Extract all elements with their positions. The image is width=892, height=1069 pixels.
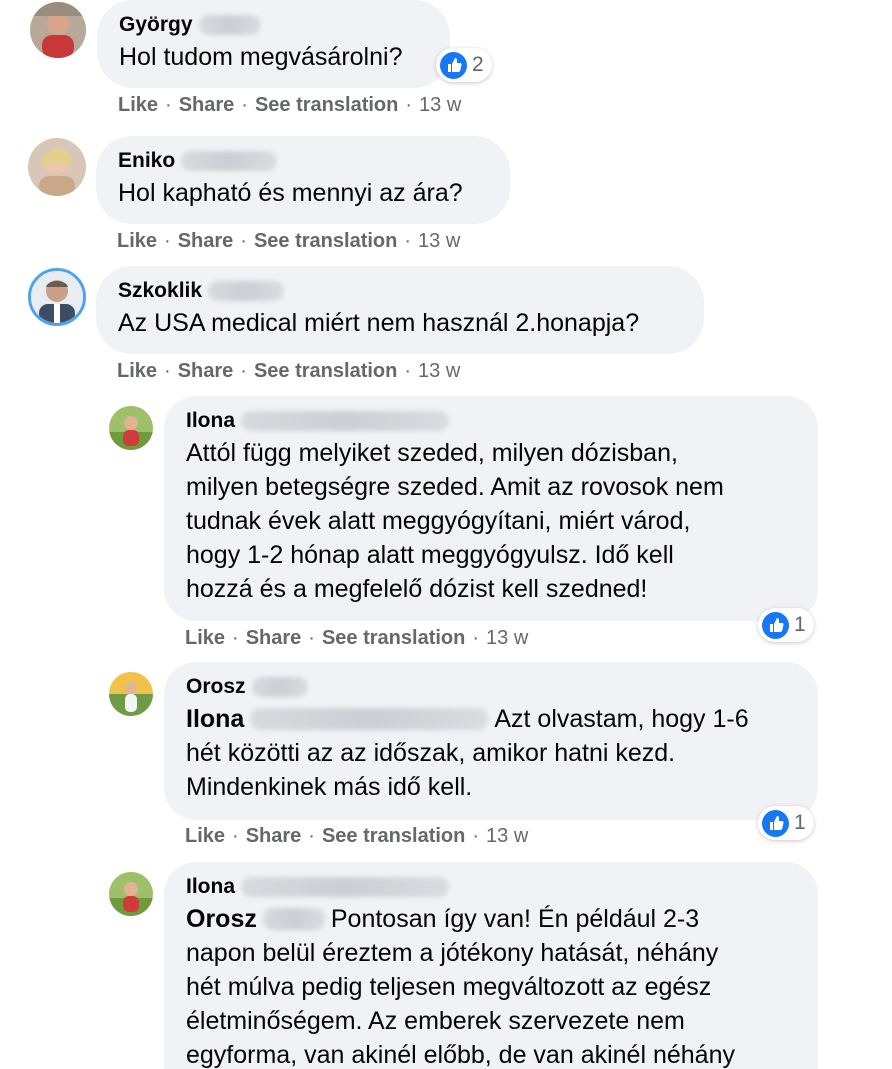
blurred-surname [181,151,278,171]
like-button[interactable]: Like [117,360,157,383]
reaction-count: 1 [794,811,806,834]
mention-link[interactable]: Orosz [186,905,257,933]
like-button[interactable]: Like [185,825,225,848]
comment-bubble: Szkoklik Az USA medical miért nem haszná… [96,266,704,354]
comment-text: Ilona Azt olvastam, hogy 1-6 hét közötti … [186,702,796,804]
comment-text: Hol kapható és mennyi az ára? [118,179,463,207]
avatar[interactable] [109,872,153,916]
comment-author[interactable]: Ilona [186,409,235,433]
comment-bubble: Orosz Ilona Azt olvastam, hogy 1-6 hét kö… [164,662,818,820]
comment-timestamp[interactable]: 13 w [486,627,528,650]
separator: · [164,230,171,252]
blurred-surname [250,708,489,730]
see-translation-button[interactable]: See translation [322,627,465,650]
comment-timestamp[interactable]: 13 w [419,94,461,117]
comment-text: Az USA medical miért nem használ 2.honap… [118,309,640,337]
comment-actions: Like · Share · See translation · 13 w [185,825,528,848]
comment-text: Hol tudom megvásárolni? [119,43,403,71]
comment-timestamp[interactable]: 13 w [486,825,528,848]
comment-actions: Like · Share · See translation · 13 w [117,230,460,253]
thumbs-up-icon [440,51,467,79]
separator: · [472,825,480,847]
see-translation-button[interactable]: See translation [255,94,398,117]
separator: · [240,360,247,382]
comment-bubble: György Hol tudom megvásárolni? [97,0,450,88]
separator: · [404,360,412,382]
like-button[interactable]: Like [117,230,157,253]
comment-author[interactable]: György [119,13,193,37]
reaction-summary[interactable]: 1 [758,806,814,840]
reaction-summary[interactable]: 2 [436,48,492,82]
comment-author[interactable]: Eniko [118,149,175,173]
comment-bubble: Eniko Hol kapható és mennyi az ára? [96,136,510,224]
comment-actions: Like · Share · See translation · 13 w [118,94,461,117]
comment-actions: Like · Share · See translation · 13 w [117,360,460,383]
separator: · [405,94,413,116]
comment-text-first-line: Azt olvastam, hogy 1-6 [494,705,749,733]
blurred-surname [251,677,308,697]
see-translation-button[interactable]: See translation [322,825,465,848]
comment-timestamp[interactable]: 13 w [418,360,460,383]
blurred-surname [262,908,325,930]
separator: · [164,360,171,382]
share-button[interactable]: Share [178,230,234,253]
see-translation-button[interactable]: See translation [254,230,397,253]
separator: · [232,627,239,649]
avatar[interactable] [28,138,86,196]
comment-text: Attól függ melyiket szeded, milyen dózis… [186,439,724,603]
like-button[interactable]: Like [118,94,158,117]
comment-bubble: Ilona Orosz Pontosan így van! Én például … [164,862,818,1069]
comment-timestamp[interactable]: 13 w [418,230,460,253]
comment-text-rest: napon belül éreztem a jótékony hatását, … [186,939,735,1069]
blurred-surname [241,411,450,431]
mention-link[interactable]: Ilona [186,705,244,733]
share-button[interactable]: Share [178,360,234,383]
avatar[interactable] [109,672,153,716]
separator: · [308,627,315,649]
separator: · [240,230,247,252]
comment-text-rest: hét közötti az az időszak, amikor hatni … [186,739,676,801]
reaction-count: 1 [794,613,806,636]
share-button[interactable]: Share [246,627,302,650]
comment-actions: Like · Share · See translation · 13 w [185,627,528,650]
comment-text: Orosz Pontosan így van! Én például 2-3 na… [186,902,796,1069]
avatar[interactable] [30,2,86,58]
separator: · [308,825,315,847]
thumbs-up-icon [762,611,789,639]
thumbs-up-icon [762,809,789,837]
comment-author[interactable]: Szkoklik [118,279,202,303]
separator: · [232,825,239,847]
separator: · [404,230,412,252]
separator: · [472,627,480,649]
comment-author[interactable]: Orosz [186,675,246,699]
see-translation-button[interactable]: See translation [254,360,397,383]
like-button[interactable]: Like [185,627,225,650]
blurred-surname [198,15,261,35]
share-button[interactable]: Share [246,825,302,848]
separator: · [241,94,248,116]
blurred-surname [241,877,450,897]
comment-author[interactable]: Ilona [186,875,235,899]
comment-thread: György Hol tudom megvásárolni? 2 Like · … [0,0,892,1069]
blurred-surname [208,281,285,301]
share-button[interactable]: Share [179,94,235,117]
comment-bubble: Ilona Attól függ melyiket szeded, milyen… [164,396,818,621]
separator: · [165,94,172,116]
avatar[interactable] [109,406,153,450]
reaction-count: 2 [472,53,484,76]
comment-text-first-line: Pontosan így van! Én például 2-3 [330,905,700,933]
avatar[interactable] [28,268,86,326]
reaction-summary[interactable]: 1 [758,608,814,642]
